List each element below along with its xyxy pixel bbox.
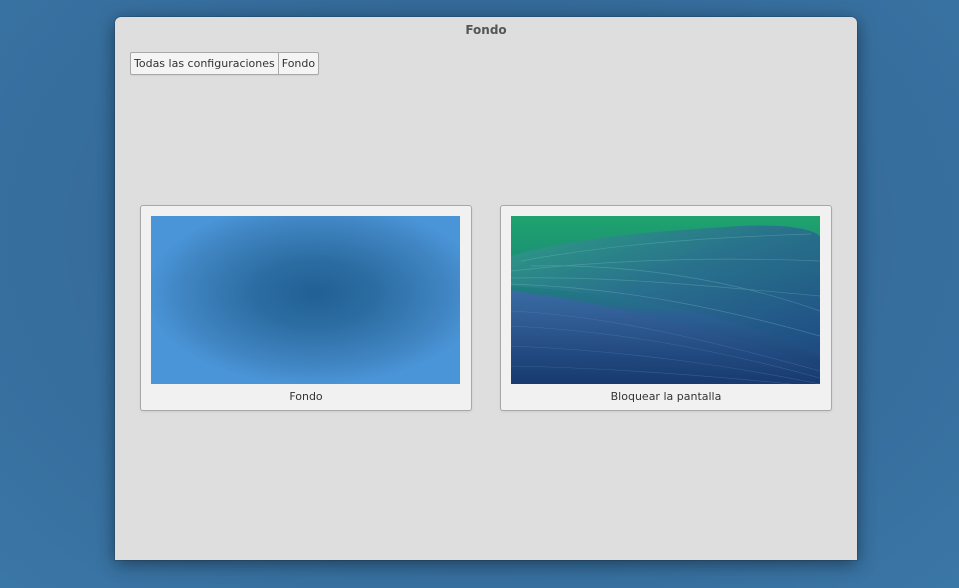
breadcrumb-all-settings[interactable]: Todas las configuraciones <box>131 53 278 74</box>
desktop-wallpaper-card[interactable]: Fondo <box>140 205 472 411</box>
lock-screen-wallpaper-card[interactable]: Bloquear la pantalla <box>500 205 832 411</box>
settings-window: Fondo Todas las configuraciones Fondo Fo… <box>115 17 857 560</box>
window-title: Fondo <box>465 23 507 37</box>
lock-screen-wallpaper-thumbnail <box>511 216 820 384</box>
lock-screen-wallpaper-label: Bloquear la pantalla <box>610 390 722 403</box>
window-titlebar[interactable]: Fondo <box>115 17 857 43</box>
close-icon[interactable] <box>123 23 137 37</box>
desktop-wallpaper-label: Fondo <box>289 390 323 403</box>
breadcrumb: Todas las configuraciones Fondo <box>130 52 320 75</box>
desktop-wallpaper-thumbnail <box>151 216 460 384</box>
wave-image <box>511 216 820 384</box>
breadcrumb-current[interactable]: Fondo <box>277 53 318 74</box>
